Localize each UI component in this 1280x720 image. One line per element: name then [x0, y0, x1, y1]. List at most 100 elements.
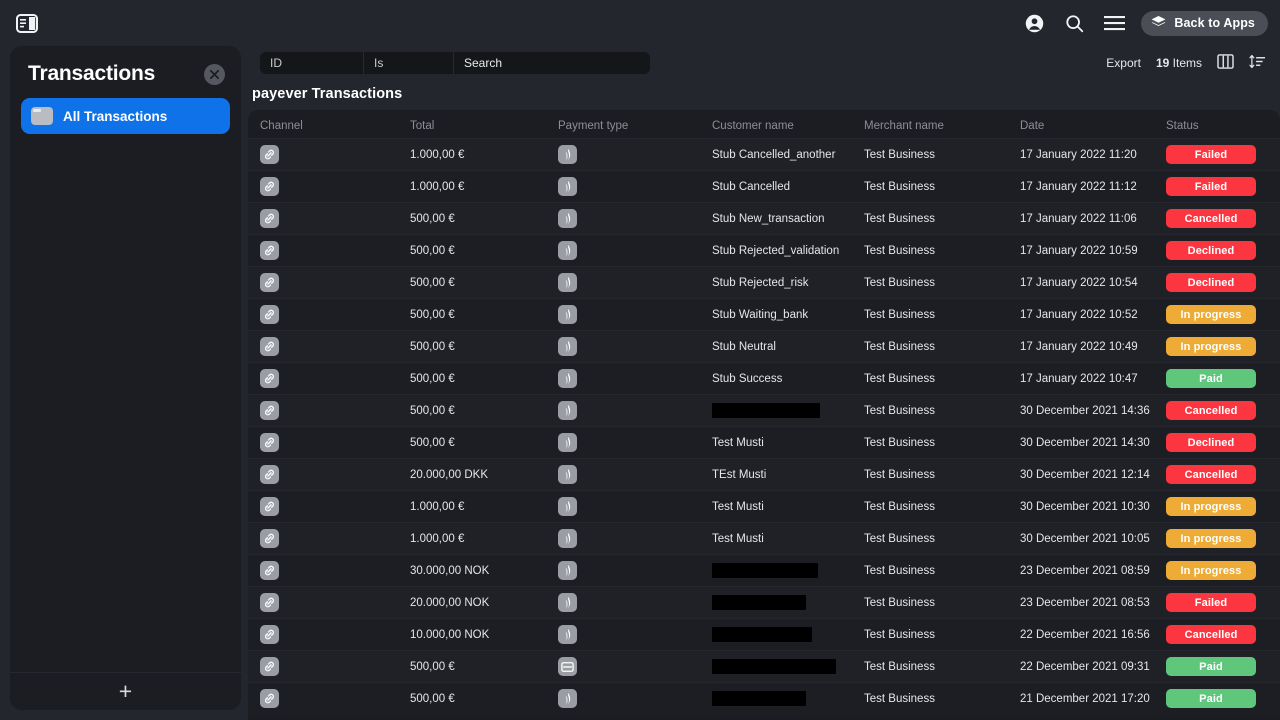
status-badge[interactable]: Paid	[1166, 689, 1256, 708]
cell-channel	[248, 593, 410, 612]
column-header-status[interactable]: Status	[1166, 120, 1276, 132]
search-icon[interactable]	[1061, 10, 1087, 36]
add-item-button[interactable]: +	[10, 672, 241, 710]
table-row[interactable]: 500,00 €Test Business22 December 2021 09…	[248, 650, 1280, 682]
status-badge[interactable]: In progress	[1166, 529, 1256, 548]
status-badge[interactable]: Declined	[1166, 241, 1256, 260]
status-badge[interactable]: In progress	[1166, 561, 1256, 580]
link-icon[interactable]	[260, 561, 279, 580]
table-row[interactable]: 30.000,00 NOKTest Business23 December 20…	[248, 554, 1280, 586]
link-icon[interactable]	[260, 689, 279, 708]
table-row[interactable]: 1.000,00 €Test MustiTest Business30 Dece…	[248, 490, 1280, 522]
santander-flame-icon[interactable]	[558, 401, 577, 420]
table-row[interactable]: 500,00 €Test MustiTest Business30 Decemb…	[248, 426, 1280, 458]
column-header-total[interactable]: Total	[410, 120, 558, 132]
status-badge[interactable]: Cancelled	[1166, 625, 1256, 644]
link-icon[interactable]	[260, 177, 279, 196]
column-header-payment-type[interactable]: Payment type	[558, 120, 712, 132]
status-badge[interactable]: Cancelled	[1166, 401, 1256, 420]
sidebar-panel-icon[interactable]	[14, 12, 40, 34]
link-icon[interactable]	[260, 209, 279, 228]
status-badge[interactable]: Declined	[1166, 433, 1256, 452]
status-badge[interactable]: Paid	[1166, 369, 1256, 388]
status-badge[interactable]: Cancelled	[1166, 209, 1256, 228]
table-row[interactable]: 1.000,00 €Stub Cancelled_anotherTest Bus…	[248, 138, 1280, 170]
table-row[interactable]: 500,00 €Stub NeutralTest Business17 Janu…	[248, 330, 1280, 362]
cell-date: 17 January 2022 11:20	[1020, 149, 1166, 161]
link-icon[interactable]	[260, 305, 279, 324]
table-row[interactable]: 500,00 €Stub Waiting_bankTest Business17…	[248, 298, 1280, 330]
status-badge[interactable]: In progress	[1166, 337, 1256, 356]
santander-flame-icon[interactable]	[558, 337, 577, 356]
santander-flame-icon[interactable]	[558, 433, 577, 452]
sidebar-item-all-transactions[interactable]: All Transactions	[21, 98, 230, 134]
status-badge[interactable]: Declined	[1166, 273, 1256, 292]
table-row[interactable]: 500,00 €Stub Rejected_riskTest Business1…	[248, 266, 1280, 298]
back-to-apps-button[interactable]: Back to Apps	[1141, 11, 1268, 36]
santander-flame-icon[interactable]	[558, 177, 577, 196]
link-icon[interactable]	[260, 625, 279, 644]
cell-merchant-name: Test Business	[864, 277, 1020, 289]
status-badge[interactable]: Failed	[1166, 177, 1256, 196]
santander-flame-icon[interactable]	[558, 465, 577, 484]
account-circle-icon[interactable]	[1021, 10, 1047, 36]
filter-operator-select[interactable]: Is	[364, 52, 454, 74]
bank-card-icon[interactable]	[558, 657, 577, 676]
santander-flame-icon[interactable]	[558, 273, 577, 292]
close-circle-icon[interactable]	[204, 64, 225, 85]
link-icon[interactable]	[260, 497, 279, 516]
cell-status: In progress	[1166, 305, 1276, 324]
link-icon[interactable]	[260, 433, 279, 452]
cell-channel	[248, 529, 410, 548]
table-row[interactable]: 20.000,00 NOKTest Business23 December 20…	[248, 586, 1280, 618]
status-badge[interactable]: Failed	[1166, 145, 1256, 164]
santander-flame-icon[interactable]	[558, 209, 577, 228]
status-badge[interactable]: Failed	[1166, 593, 1256, 612]
column-header-date[interactable]: Date	[1020, 120, 1166, 132]
santander-flame-icon[interactable]	[558, 561, 577, 580]
santander-flame-icon[interactable]	[558, 593, 577, 612]
table-row[interactable]: 500,00 €Stub Rejected_validationTest Bus…	[248, 234, 1280, 266]
status-badge[interactable]: In progress	[1166, 497, 1256, 516]
santander-flame-icon[interactable]	[558, 529, 577, 548]
columns-icon[interactable]	[1217, 54, 1234, 72]
table-row[interactable]: 10.000,00 NOKTest Business22 December 20…	[248, 618, 1280, 650]
table-row[interactable]: 1.000,00 €Test MustiTest Business30 Dece…	[248, 522, 1280, 554]
column-header-channel[interactable]: Channel	[248, 120, 410, 132]
santander-flame-icon[interactable]	[558, 145, 577, 164]
link-icon[interactable]	[260, 401, 279, 420]
link-icon[interactable]	[260, 657, 279, 676]
link-icon[interactable]	[260, 369, 279, 388]
sort-icon[interactable]	[1249, 54, 1266, 72]
table-row[interactable]: 500,00 €Test Business21 December 2021 17…	[248, 682, 1280, 714]
link-icon[interactable]	[260, 529, 279, 548]
column-header-customer-name[interactable]: Customer name	[712, 120, 864, 132]
table-row[interactable]: 1.000,00 €Stub CancelledTest Business17 …	[248, 170, 1280, 202]
link-icon[interactable]	[260, 241, 279, 260]
transactions-table: Channel Total Payment type Customer name…	[248, 110, 1280, 720]
status-badge[interactable]: Paid	[1166, 657, 1256, 676]
link-icon[interactable]	[260, 273, 279, 292]
cell-payment-type	[558, 465, 712, 484]
santander-flame-icon[interactable]	[558, 369, 577, 388]
column-header-merchant-name[interactable]: Merchant name	[864, 120, 1020, 132]
export-button[interactable]: Export	[1106, 56, 1141, 70]
link-icon[interactable]	[260, 145, 279, 164]
santander-flame-icon[interactable]	[558, 689, 577, 708]
filter-field-select[interactable]: ID	[260, 52, 364, 74]
santander-flame-icon[interactable]	[558, 305, 577, 324]
status-badge[interactable]: Cancelled	[1166, 465, 1256, 484]
table-row[interactable]: 500,00 €Stub SuccessTest Business17 Janu…	[248, 362, 1280, 394]
link-icon[interactable]	[260, 337, 279, 356]
search-input[interactable]: Search	[454, 52, 650, 74]
link-icon[interactable]	[260, 593, 279, 612]
table-row[interactable]: 20.000,00 DKKTEst MustiTest Business30 D…	[248, 458, 1280, 490]
santander-flame-icon[interactable]	[558, 241, 577, 260]
status-badge[interactable]: In progress	[1166, 305, 1256, 324]
santander-flame-icon[interactable]	[558, 497, 577, 516]
santander-flame-icon[interactable]	[558, 625, 577, 644]
table-row[interactable]: 500,00 €Stub New_transactionTest Busines…	[248, 202, 1280, 234]
table-row[interactable]: 500,00 €Test Business30 December 2021 14…	[248, 394, 1280, 426]
link-icon[interactable]	[260, 465, 279, 484]
hamburger-menu-icon[interactable]	[1101, 10, 1127, 36]
